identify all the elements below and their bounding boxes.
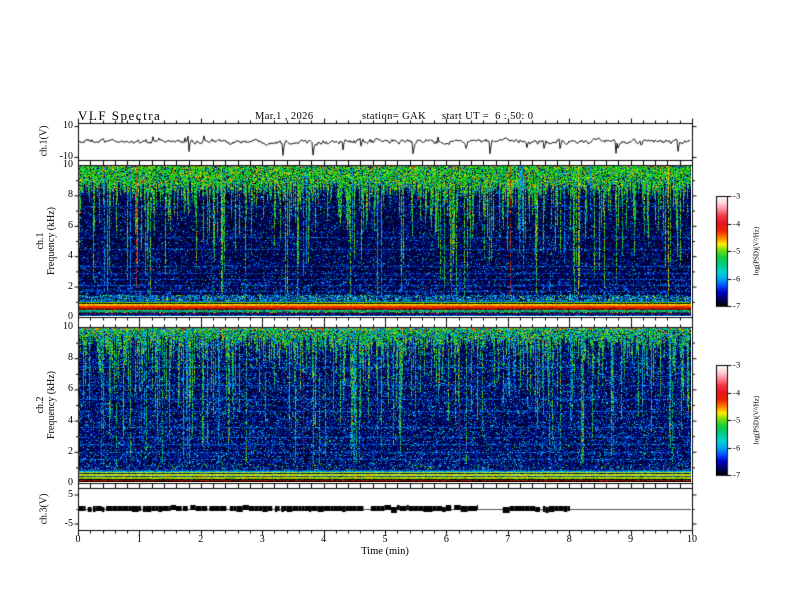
colorbar1-tick--6: -6 <box>733 274 741 283</box>
x-tick-label-0: 0 <box>75 534 81 545</box>
x-tick-label-8: 8 <box>566 534 572 545</box>
ch1-spec-tick-10: 10 <box>63 158 73 170</box>
ch1-spectrogram-canvas <box>79 166 691 316</box>
ch2-spec-tick-2: 2 <box>68 445 73 457</box>
x-tick-label-1: 1 <box>136 534 142 545</box>
x-tick-label-9: 9 <box>628 534 634 545</box>
ch3-tick-5: 5 <box>68 488 73 500</box>
ch1-spec-ylabel: ch.1 Frequency (kHz) <box>35 207 57 275</box>
colorbar-ch2 <box>716 365 727 475</box>
ch2-spec-tick-8: 8 <box>68 352 73 364</box>
ch2-spectrogram-canvas <box>79 328 691 482</box>
ch2-spec-tick-10: 10 <box>63 320 73 332</box>
vlf-spectra-figure: VLF Spectra Mar.1 , 2026 station= GAK st… <box>0 0 792 612</box>
ch1-spec-ylabel-freq: Frequency (kHz) <box>46 206 57 276</box>
ch1-spec-tick-4: 4 <box>68 250 73 262</box>
ch1-spec-tick-2: 2 <box>68 280 73 292</box>
ch1-spec-ylabel-channel: ch.1 <box>35 232 46 250</box>
colorbar2-tick--3: -3 <box>733 360 741 370</box>
ch1-spec-tick-8: 8 <box>68 189 73 201</box>
x-tick-label-7: 7 <box>505 534 511 545</box>
x-tick-label-5: 5 <box>382 534 388 545</box>
x-tick-label-2: 2 <box>198 534 204 545</box>
colorbar1-tick--7: -7 <box>733 301 741 311</box>
plot-start-ut: start UT = 6 : 50: 0 <box>442 111 534 122</box>
ch2-spec-ylabel-freq: Frequency (kHz) <box>46 370 57 440</box>
ch2-spec-tick-0: 0 <box>68 476 73 488</box>
ch2-spec-tick-4: 4 <box>68 414 73 426</box>
plot-title: VLF Spectra <box>78 108 162 123</box>
ch1-waveform-canvas <box>79 124 691 159</box>
ch3-status-canvas <box>79 489 691 529</box>
ch1-wave-tick-10: 10 <box>63 120 73 132</box>
colorbar-ch1 <box>716 196 727 306</box>
colorbar1-tick--5: -5 <box>733 246 741 256</box>
ch2-spec-ylabel: ch.2 Frequency (kHz) <box>35 371 57 439</box>
colorbar2-tick--5: -5 <box>733 415 741 425</box>
x-tick-label-3: 3 <box>259 534 265 545</box>
x-tick-label-4: 4 <box>321 534 327 545</box>
ch2-spec-tick-6: 6 <box>68 383 73 395</box>
colorbar1-label: log(PSD)(V²/Hz) <box>752 226 761 276</box>
ch1-spec-tick-6: 6 <box>68 219 73 231</box>
ch3-tick--5: -5 <box>64 517 73 529</box>
x-tick-label-6: 6 <box>443 534 449 545</box>
x-tick-label-10: 10 <box>687 534 697 545</box>
ch2-spec-ylabel-channel: ch.2 <box>35 396 46 414</box>
plot-station: station= GAK <box>362 111 427 122</box>
colorbar1-tick--3: -3 <box>733 191 741 201</box>
colorbar2-tick--4: -4 <box>733 388 741 397</box>
colorbar2-tick--7: -7 <box>733 470 741 480</box>
colorbar2-label: log(PSD)(V²/Hz) <box>752 395 761 445</box>
colorbar2-tick--6: -6 <box>733 443 741 452</box>
plot-date: Mar.1 , 2026 <box>255 111 314 122</box>
time-axis-label: Time (min) <box>361 546 409 557</box>
colorbar1-tick--4: -4 <box>733 219 741 228</box>
